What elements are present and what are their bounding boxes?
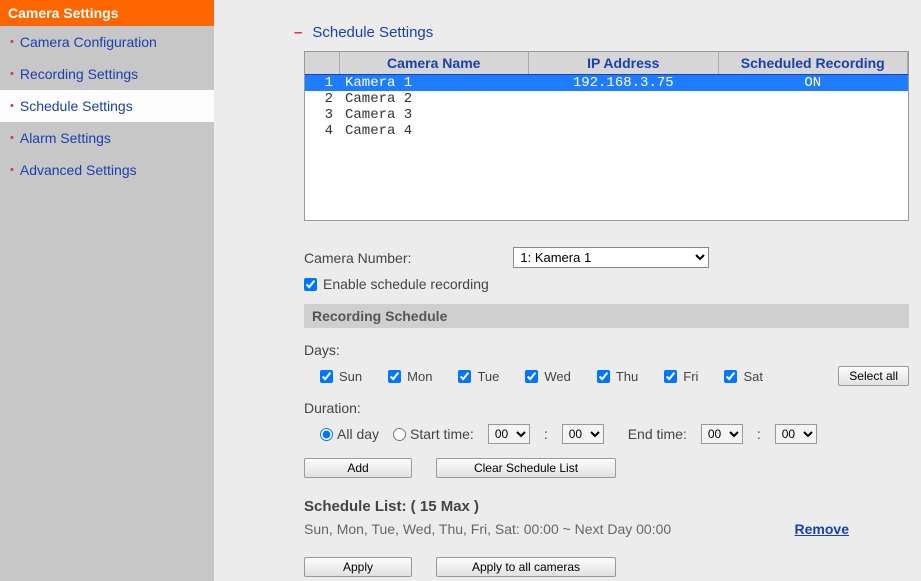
camera-table: Camera Name IP Address Scheduled Recordi…: [304, 51, 909, 221]
sidebar-item-label: Advanced Settings: [20, 162, 137, 178]
day-wed[interactable]: Wed: [525, 369, 571, 384]
cell-n: 3: [305, 107, 339, 123]
sidebar-item-recording-settings[interactable]: • Recording Settings: [0, 58, 214, 90]
day-checkbox-wed[interactable]: [525, 370, 538, 383]
main-content: – Schedule Settings Camera Name IP Addre…: [214, 0, 921, 581]
sidebar-item-camera-configuration[interactable]: • Camera Configuration: [0, 26, 214, 58]
cell-ip: 192.168.3.75: [529, 75, 719, 92]
bullet-icon: •: [10, 132, 14, 144]
clear-button[interactable]: Clear Schedule List: [436, 458, 616, 478]
day-mon[interactable]: Mon: [388, 369, 432, 384]
range-radio[interactable]: [393, 428, 406, 441]
end-min[interactable]: 00: [775, 424, 817, 444]
allday-radio[interactable]: [320, 428, 333, 441]
cell-n: 4: [305, 123, 339, 139]
cell-n: 1: [305, 75, 339, 92]
duration-range[interactable]: Start time:: [393, 426, 474, 442]
cell-sched: [718, 107, 908, 123]
day-label: Wed: [544, 369, 571, 384]
cell-name: Kamera 1: [339, 75, 529, 92]
enable-schedule-checkbox[interactable]: [304, 278, 317, 291]
sidebar: Camera Settings • Camera Configuration • Re…: [0, 0, 214, 581]
section-header[interactable]: – Schedule Settings: [224, 10, 909, 51]
schedule-entry: Sun, Mon, Tue, Wed, Thu, Fri, Sat: 00:00…: [304, 521, 671, 537]
day-label: Sun: [339, 369, 362, 384]
duration-label: Duration:: [304, 400, 909, 416]
collapse-icon: –: [294, 24, 302, 41]
day-checkbox-mon[interactable]: [388, 370, 401, 383]
sidebar-title: Camera Settings: [0, 0, 214, 26]
cell-n: 2: [305, 91, 339, 107]
day-thu[interactable]: Thu: [597, 369, 638, 384]
cell-sched: [718, 91, 908, 107]
section-title: Schedule Settings: [312, 24, 433, 41]
recording-schedule-header: Recording Schedule: [304, 304, 909, 328]
day-label: Tue: [477, 369, 499, 384]
sidebar-item-label: Schedule Settings: [20, 98, 133, 114]
day-checkbox-thu[interactable]: [597, 370, 610, 383]
bullet-icon: •: [10, 68, 14, 80]
day-sat[interactable]: Sat: [724, 369, 763, 384]
start-hour[interactable]: 00: [488, 424, 530, 444]
day-checkbox-sun[interactable]: [320, 370, 333, 383]
remove-link[interactable]: Remove: [795, 521, 849, 537]
days-label: Days:: [304, 342, 909, 358]
day-label: Thu: [616, 369, 638, 384]
table-row[interactable]: 4Camera 4: [305, 123, 908, 139]
schedule-list-title: Schedule List: ( 15 Max ): [304, 498, 909, 515]
end-hour[interactable]: 00: [701, 424, 743, 444]
camera-number-label: Camera Number:: [304, 250, 411, 266]
end-time-label: End time:: [628, 426, 687, 442]
day-sun[interactable]: Sun: [320, 369, 362, 384]
day-fri[interactable]: Fri: [664, 369, 698, 384]
start-min[interactable]: 00: [562, 424, 604, 444]
apply-all-button[interactable]: Apply to all cameras: [436, 557, 616, 577]
cell-ip: [529, 123, 719, 139]
sidebar-item-label: Alarm Settings: [20, 130, 111, 146]
sidebar-item-label: Recording Settings: [20, 66, 138, 82]
sidebar-item-alarm-settings[interactable]: • Alarm Settings: [0, 122, 214, 154]
cell-ip: [529, 107, 719, 123]
col-sched: Scheduled Recording: [718, 52, 908, 75]
select-all-button[interactable]: Select all: [838, 366, 909, 386]
cell-sched: ON: [718, 75, 908, 92]
cell-ip: [529, 91, 719, 107]
cell-name: Camera 2: [339, 91, 529, 107]
table-row[interactable]: 3Camera 3: [305, 107, 908, 123]
enable-schedule[interactable]: Enable schedule recording: [304, 276, 489, 292]
day-checkbox-sat[interactable]: [724, 370, 737, 383]
bullet-icon: •: [10, 100, 14, 112]
day-label: Mon: [407, 369, 432, 384]
col-ip: IP Address: [529, 52, 719, 75]
col-name: Camera Name: [339, 52, 529, 75]
day-label: Fri: [683, 369, 698, 384]
day-tue[interactable]: Tue: [458, 369, 499, 384]
bullet-icon: •: [10, 164, 14, 176]
camera-number-select[interactable]: 1: Kamera 1: [513, 247, 709, 268]
day-checkbox-fri[interactable]: [664, 370, 677, 383]
add-button[interactable]: Add: [304, 458, 412, 478]
cell-name: Camera 3: [339, 107, 529, 123]
day-label: Sat: [743, 369, 763, 384]
bullet-icon: •: [10, 36, 14, 48]
sidebar-item-schedule-settings[interactable]: • Schedule Settings: [0, 90, 214, 122]
apply-button[interactable]: Apply: [304, 557, 412, 577]
sidebar-item-advanced-settings[interactable]: • Advanced Settings: [0, 154, 214, 186]
col-index: [305, 52, 339, 75]
table-row[interactable]: 2Camera 2: [305, 91, 908, 107]
sidebar-item-label: Camera Configuration: [20, 34, 157, 50]
cell-sched: [718, 123, 908, 139]
table-row[interactable]: 1Kamera 1192.168.3.75ON: [305, 75, 908, 92]
day-checkbox-tue[interactable]: [458, 370, 471, 383]
cell-name: Camera 4: [339, 123, 529, 139]
duration-allday[interactable]: All day: [320, 426, 379, 442]
